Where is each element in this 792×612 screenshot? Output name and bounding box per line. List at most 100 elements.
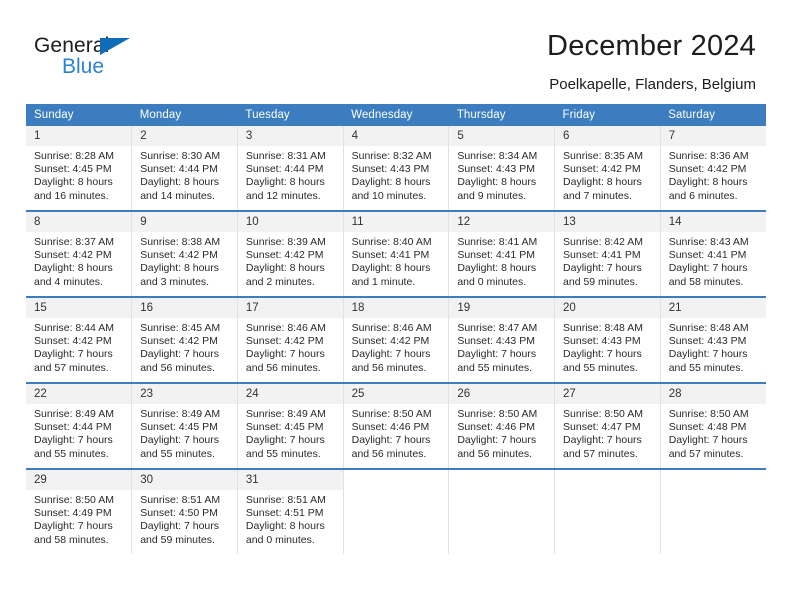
- general-blue-logo[interactable]: General Blue: [34, 34, 174, 86]
- day-sun-info: Sunrise: 8:45 AM Sunset: 4:42 PM Daylight:…: [132, 318, 237, 377]
- daylight-duration-line2: and 57 minutes.: [563, 447, 638, 460]
- daylight-duration-line1: Daylight: 7 hours: [457, 348, 537, 361]
- daylight-duration-line2: and 55 minutes.: [34, 447, 109, 460]
- sunrise-time: Sunrise: 8:48 AM: [668, 322, 749, 334]
- calendar-day-cell[interactable]: 13 Sunrise: 8:42 AM Sunset: 4:41 PM Dayligh…: [554, 210, 661, 297]
- calendar-day-cell[interactable]: 31 Sunrise: 8:51 AM Sunset: 4:51 PM Dayligh…: [237, 468, 344, 554]
- day-number: 6: [555, 126, 660, 146]
- sunrise-time: Sunrise: 8:50 AM: [457, 408, 538, 420]
- calendar-day-cell[interactable]: 22 Sunrise: 8:49 AM Sunset: 4:44 PM Dayligh…: [26, 382, 133, 469]
- calendar-day-cell[interactable]: 29 Sunrise: 8:50 AM Sunset: 4:49 PM Dayligh…: [26, 468, 133, 554]
- calendar-day-cell[interactable]: 21 Sunrise: 8:48 AM Sunset: 4:43 PM Dayligh…: [660, 296, 766, 383]
- calendar-day-cell[interactable]: 28 Sunrise: 8:50 AM Sunset: 4:48 PM Dayligh…: [660, 382, 766, 469]
- daylight-duration-line1: Daylight: 7 hours: [140, 434, 219, 447]
- calendar-day-cell[interactable]: 15 Sunrise: 8:44 AM Sunset: 4:42 PM Dayligh…: [26, 296, 133, 383]
- day-number: [555, 470, 660, 490]
- calendar-day-cell[interactable]: 5 Sunrise: 8:34 AM Sunset: 4:43 PM Daylight…: [448, 126, 556, 211]
- calendar-day-cell[interactable]: 26 Sunrise: 8:50 AM Sunset: 4:46 PM Dayligh…: [448, 382, 556, 469]
- calendar-week-row: 22 Sunrise: 8:49 AM Sunset: 4:44 PM Dayligh…: [26, 382, 766, 469]
- day-number: 9: [132, 212, 237, 232]
- sunrise-time: Sunrise: 8:28 AM: [34, 150, 114, 162]
- sunset-time: Sunset: 4:42 PM: [245, 249, 324, 262]
- calendar-day-cell[interactable]: 8 Sunrise: 8:37 AM Sunset: 4:42 PM Daylight…: [26, 210, 133, 297]
- calendar-day-cell[interactable]: 3 Sunrise: 8:31 AM Sunset: 4:44 PM Daylight…: [237, 126, 344, 211]
- daylight-duration-line2: and 1 minute.: [351, 275, 416, 288]
- daylight-duration-line2: and 55 minutes.: [245, 447, 321, 460]
- day-number: 31: [237, 470, 343, 490]
- daylight-duration-line2: and 56 minutes.: [457, 447, 533, 460]
- calendar-day-cell[interactable]: 30 Sunrise: 8:51 AM Sunset: 4:50 PM Dayligh…: [131, 468, 238, 554]
- logo-text-blue: Blue: [62, 55, 105, 78]
- calendar-day-cell-empty: [448, 468, 556, 554]
- weekday-header-tuesday: Tuesday: [237, 104, 344, 126]
- page-title: December 2024: [547, 30, 756, 62]
- daylight-duration-line2: and 57 minutes.: [34, 361, 109, 374]
- sunrise-time: Sunrise: 8:45 AM: [140, 322, 221, 334]
- page-subtitle-location: Poelkapelle, Flanders, Belgium: [549, 76, 756, 93]
- calendar-day-cell[interactable]: 11 Sunrise: 8:40 AM Sunset: 4:41 PM Dayligh…: [343, 210, 450, 297]
- sunset-time: Sunset: 4:42 PM: [34, 249, 112, 262]
- calendar-day-cell[interactable]: 18 Sunrise: 8:46 AM Sunset: 4:42 PM Dayligh…: [343, 296, 450, 383]
- day-number: 7: [660, 126, 766, 146]
- calendar-day-cell[interactable]: 6 Sunrise: 8:35 AM Sunset: 4:42 PM Daylight…: [554, 126, 661, 211]
- calendar-header-row: Sunday Monday Tuesday Wednesday Thursday…: [26, 104, 766, 126]
- daylight-duration-line1: Daylight: 8 hours: [457, 176, 537, 189]
- sunset-time: Sunset: 4:45 PM: [245, 421, 324, 434]
- day-number: 13: [555, 212, 660, 232]
- day-number: 8: [26, 212, 132, 232]
- calendar-day-cell[interactable]: 1 Sunrise: 8:28 AM Sunset: 4:45 PM Daylight…: [26, 126, 133, 211]
- daylight-duration-line1: Daylight: 7 hours: [563, 348, 642, 361]
- calendar-day-cell[interactable]: 23 Sunrise: 8:49 AM Sunset: 4:45 PM Dayligh…: [131, 382, 238, 469]
- calendar-day-cell[interactable]: 27 Sunrise: 8:50 AM Sunset: 4:47 PM Dayligh…: [554, 382, 661, 469]
- calendar-day-cell[interactable]: 7 Sunrise: 8:36 AM Sunset: 4:42 PM Daylight…: [660, 126, 766, 211]
- calendar-week-row: 8 Sunrise: 8:37 AM Sunset: 4:42 PM Daylight…: [26, 210, 766, 297]
- sunrise-time: Sunrise: 8:49 AM: [140, 408, 221, 420]
- daylight-duration-line1: Daylight: 7 hours: [457, 434, 537, 447]
- calendar-day-cell[interactable]: 24 Sunrise: 8:49 AM Sunset: 4:45 PM Dayligh…: [237, 382, 344, 469]
- daylight-duration-line2: and 12 minutes.: [245, 189, 321, 202]
- calendar-day-cell[interactable]: 16 Sunrise: 8:45 AM Sunset: 4:42 PM Dayligh…: [131, 296, 238, 383]
- sunset-time: Sunset: 4:42 PM: [563, 163, 641, 176]
- calendar-day-cell[interactable]: 19 Sunrise: 8:47 AM Sunset: 4:43 PM Dayligh…: [448, 296, 556, 383]
- calendar-day-cell[interactable]: 2 Sunrise: 8:30 AM Sunset: 4:44 PM Daylight…: [131, 126, 238, 211]
- daylight-duration-line1: Daylight: 8 hours: [34, 262, 113, 275]
- daylight-duration-line1: Daylight: 8 hours: [140, 262, 219, 275]
- daylight-duration-line1: Daylight: 7 hours: [563, 434, 642, 447]
- day-number: 3: [237, 126, 343, 146]
- calendar-day-cell[interactable]: 12 Sunrise: 8:41 AM Sunset: 4:41 PM Dayligh…: [448, 210, 556, 297]
- daylight-duration-line1: Daylight: 8 hours: [34, 176, 113, 189]
- sunset-time: Sunset: 4:41 PM: [351, 249, 430, 262]
- calendar-day-cell[interactable]: 9 Sunrise: 8:38 AM Sunset: 4:42 PM Daylight…: [131, 210, 238, 297]
- day-sun-info: Sunrise: 8:40 AM Sunset: 4:41 PM Daylight:…: [344, 232, 449, 291]
- weekday-header-wednesday: Wednesday: [343, 104, 449, 126]
- calendar-day-cell[interactable]: 20 Sunrise: 8:48 AM Sunset: 4:43 PM Dayligh…: [554, 296, 661, 383]
- sunset-time: Sunset: 4:46 PM: [351, 421, 430, 434]
- calendar-day-cell[interactable]: 10 Sunrise: 8:39 AM Sunset: 4:42 PM Dayligh…: [237, 210, 344, 297]
- sunrise-time: Sunrise: 8:41 AM: [457, 236, 538, 248]
- weekday-header-friday: Friday: [554, 104, 661, 126]
- calendar-day-cell[interactable]: 17 Sunrise: 8:46 AM Sunset: 4:42 PM Dayligh…: [237, 296, 344, 383]
- day-number: 1: [26, 126, 132, 146]
- daylight-duration-line1: Daylight: 7 hours: [351, 434, 431, 447]
- day-sun-info: Sunrise: 8:31 AM Sunset: 4:44 PM Daylight:…: [238, 146, 343, 205]
- sunrise-time: Sunrise: 8:50 AM: [668, 408, 749, 420]
- sunset-time: Sunset: 4:43 PM: [351, 163, 430, 176]
- sunrise-time: Sunrise: 8:39 AM: [245, 236, 326, 248]
- day-sun-info: Sunrise: 8:37 AM Sunset: 4:42 PM Daylight:…: [26, 232, 131, 291]
- daylight-duration-line2: and 57 minutes.: [668, 447, 744, 460]
- daylight-duration-line2: and 58 minutes.: [668, 275, 744, 288]
- calendar-grid: Sunday Monday Tuesday Wednesday Thursday…: [26, 104, 766, 554]
- daylight-duration-line2: and 55 minutes.: [140, 447, 215, 460]
- calendar-day-cell[interactable]: 4 Sunrise: 8:32 AM Sunset: 4:43 PM Daylight…: [343, 126, 450, 211]
- daylight-duration-line1: Daylight: 8 hours: [245, 262, 325, 275]
- sunset-time: Sunset: 4:42 PM: [351, 335, 430, 348]
- day-number: [449, 470, 555, 490]
- calendar-day-cell[interactable]: 14 Sunrise: 8:43 AM Sunset: 4:41 PM Dayligh…: [660, 210, 766, 297]
- calendar-week-row: 15 Sunrise: 8:44 AM Sunset: 4:42 PM Dayligh…: [26, 296, 766, 383]
- daylight-duration-line2: and 14 minutes.: [140, 189, 215, 202]
- daylight-duration-line2: and 7 minutes.: [563, 189, 632, 202]
- daylight-duration-line2: and 56 minutes.: [351, 361, 427, 374]
- weekday-header-monday: Monday: [131, 104, 238, 126]
- sunrise-time: Sunrise: 8:49 AM: [34, 408, 114, 420]
- calendar-day-cell[interactable]: 25 Sunrise: 8:50 AM Sunset: 4:46 PM Dayligh…: [343, 382, 450, 469]
